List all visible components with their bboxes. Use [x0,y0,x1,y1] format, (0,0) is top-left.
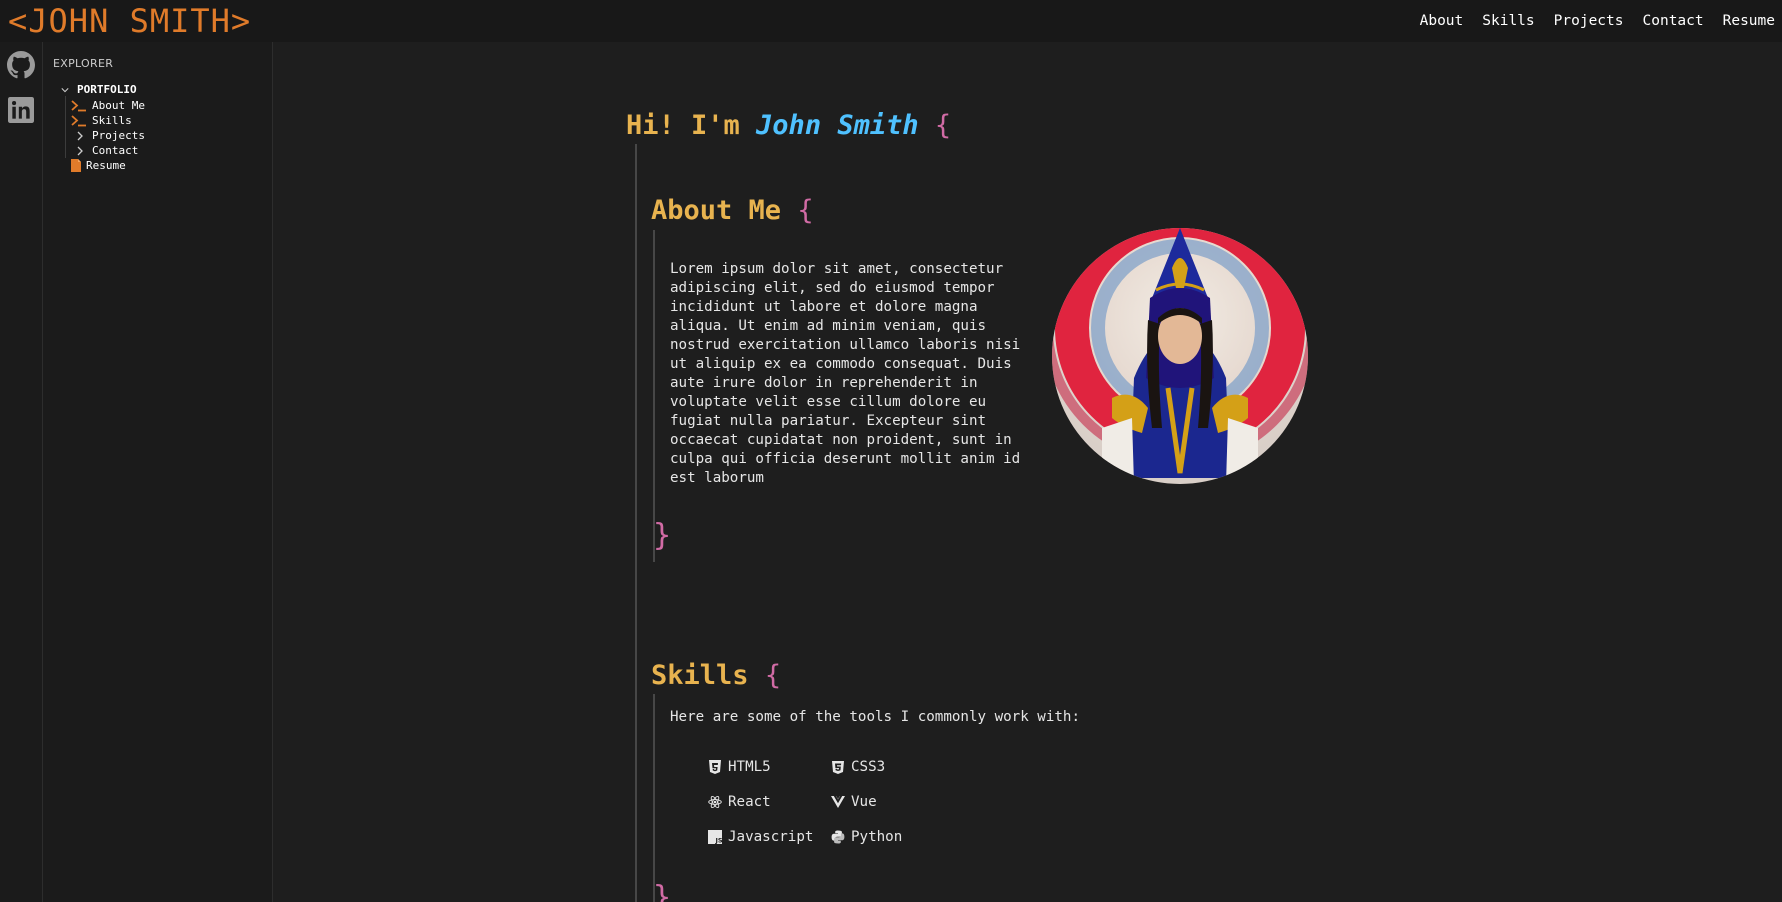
nav-projects-link[interactable]: Projects [1554,13,1624,29]
outer-scope-guide [635,144,637,902]
skill-label: Javascript [728,829,814,845]
skills-title: Skills [651,660,749,691]
site-logo[interactable]: <JOHN SMITH> [0,0,251,42]
skills-scope-guide [653,694,655,902]
explorer-sidebar: EXPLORER PORTFOLIO About Me Skills Proje… [43,42,273,902]
tree-item-label: Resume [86,159,126,172]
chevron-down-icon [61,87,69,92]
vue-icon [831,796,845,808]
hero-brace-open: { [934,110,952,141]
skills-brace-open: { [764,660,782,691]
svg-text:JS: JS [715,837,723,845]
css3-icon [832,761,844,774]
html5-icon [709,760,721,774]
tree-item-label: Projects [92,129,145,142]
hero-name: John Smith [756,110,919,141]
skill-python: Python [831,829,902,845]
react-icon [708,795,722,809]
nav-contact-link[interactable]: Contact [1643,13,1704,29]
file-icon [71,159,81,172]
main-content: Hi! I'm John Smith { About Me { Lorem ip… [273,42,1782,902]
hero-heading: Hi! I'm John Smith { [626,110,951,141]
tree-root-portfolio[interactable]: PORTFOLIO [61,83,137,96]
skill-label: Vue [851,794,877,810]
activity-bar [0,42,43,902]
tree-item-projects[interactable]: Projects [76,129,145,142]
skills-brace-close: } [653,880,672,902]
hero-prefix: Hi! I'm [626,110,757,141]
main-nav: About Skills Projects Contact Resume [1420,13,1782,29]
tree-item-label: Contact [92,144,139,157]
skills-intro: Here are some of the tools I commonly wo… [670,709,1080,725]
tree-item-label: Skills [92,114,132,127]
nav-resume-link[interactable]: Resume [1723,13,1775,29]
skill-label: CSS3 [851,759,886,775]
skill-css3: CSS3 [831,759,885,775]
skill-vue: Vue [831,794,877,810]
tree-item-skills[interactable]: Skills [71,114,132,127]
chevron-right-icon [77,131,83,140]
about-title: About Me [651,195,782,226]
about-brace-close: } [653,518,672,553]
linkedin-icon[interactable] [8,97,36,125]
about-text: Lorem ipsum dolor sit amet, consectetur … [670,261,1021,486]
tree-root-label: PORTFOLIO [77,83,137,96]
about-section-title: About Me { [651,195,814,226]
skill-label: React [728,794,771,810]
skill-javascript: JS Javascript [708,829,813,845]
javascript-icon: JS [708,830,722,844]
python-icon [831,830,845,844]
github-icon[interactable] [7,51,35,79]
about-scope-guide [653,230,655,562]
tree-item-label: About Me [92,99,145,112]
nav-skills-link[interactable]: Skills [1482,13,1534,29]
tree-item-contact[interactable]: Contact [76,144,138,157]
skill-label: Python [851,829,903,845]
tree-item-about-me[interactable]: About Me [71,99,145,112]
skills-section-title: Skills { [651,660,781,691]
about-brace-open: { [797,195,814,226]
chevron-right-icon [77,146,83,155]
terminal-icon [71,99,86,111]
explorer-title: EXPLORER [53,57,114,70]
tree-item-resume[interactable]: Resume [71,159,126,172]
skill-react: React [708,794,771,810]
terminal-icon [71,114,86,126]
tree-indent-guide [65,96,66,158]
profile-portrait [1052,228,1308,484]
skill-label: HTML5 [728,759,771,775]
skill-html5: HTML5 [708,759,771,775]
top-bar: <JOHN SMITH> About Skills Projects Conta… [0,0,1782,42]
nav-about-link[interactable]: About [1420,13,1464,29]
